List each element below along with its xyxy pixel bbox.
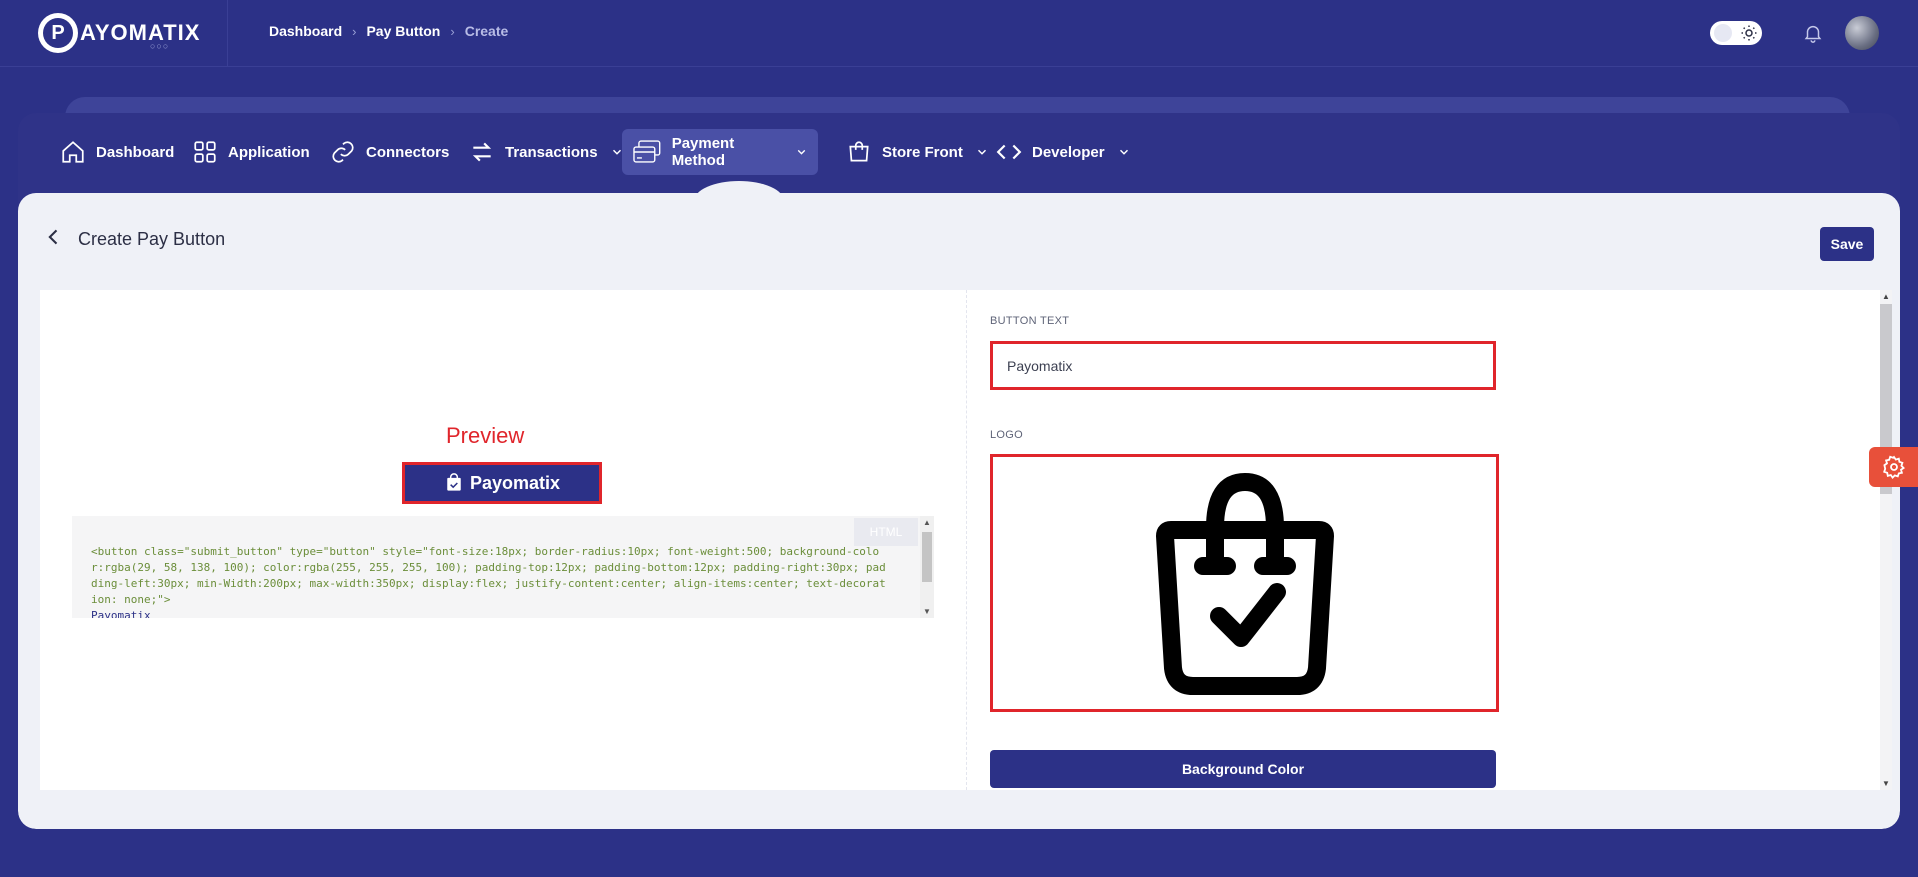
- nav-item-store-front[interactable]: Store Front: [836, 129, 999, 175]
- editor-card: Preview Payomatix HTML <button class="su…: [40, 290, 1880, 790]
- nav-item-dashboard[interactable]: Dashboard: [50, 129, 184, 175]
- scroll-up-icon[interactable]: ▲: [923, 518, 931, 527]
- code-line: <button class="submit_button" type="butt…: [91, 545, 886, 606]
- scroll-thumb[interactable]: [922, 532, 932, 582]
- nav-item-developer[interactable]: Developer: [986, 129, 1141, 175]
- breadcrumb-item-pay-button[interactable]: Pay Button: [366, 23, 440, 39]
- save-button[interactable]: Save: [1820, 227, 1874, 261]
- logo-initial: P: [43, 18, 73, 48]
- sun-icon: [1741, 25, 1757, 41]
- breadcrumb-item-dashboard[interactable]: Dashboard: [269, 23, 342, 39]
- scroll-up-icon[interactable]: ▲: [1882, 292, 1890, 301]
- button-text-label: BUTTON TEXT: [990, 315, 1070, 327]
- logo-text: AYOMATIX: [80, 20, 201, 45]
- preview-pay-button[interactable]: Payomatix: [402, 462, 602, 504]
- logo-dots: ○○○: [150, 41, 170, 51]
- breadcrumb-item-create: Create: [464, 23, 509, 39]
- main-nav: Dashboard Application Connectors Transac…: [18, 113, 1900, 193]
- nav-item-application[interactable]: Application: [182, 129, 320, 175]
- nav-item-label: Connectors: [366, 143, 450, 161]
- bag-check-icon: [445, 473, 463, 493]
- settings-panel: BUTTON TEXT LOGO Background Color: [967, 290, 1880, 790]
- top-bar: P AYOMATIX ○○○ Dashboard › Pay Button › …: [0, 0, 1918, 67]
- scroll-down-icon[interactable]: ▼: [1882, 779, 1890, 788]
- theme-toggle[interactable]: [1710, 21, 1762, 45]
- home-icon: [62, 141, 84, 163]
- nav-item-payment-method[interactable]: Payment Method: [622, 129, 818, 175]
- nav-item-label: Dashboard: [96, 143, 175, 161]
- html-code-box[interactable]: HTML <button class="submit_button" type=…: [72, 516, 934, 618]
- toggle-knob: [1714, 24, 1732, 42]
- logo-upload[interactable]: [990, 454, 1499, 712]
- bag-icon: [849, 141, 869, 162]
- nav-item-label: Application: [228, 143, 310, 161]
- nav-item-connectors[interactable]: Connectors: [320, 129, 459, 175]
- gear-icon: [1882, 455, 1905, 479]
- nav-item-label: Payment Method: [671, 135, 735, 169]
- chevron-down-icon: [1119, 149, 1128, 155]
- chevron-down-icon: [797, 149, 806, 155]
- logo-mark: P: [38, 13, 78, 53]
- breadcrumb-separator-icon: ›: [450, 23, 455, 39]
- brand-logo[interactable]: P AYOMATIX ○○○: [38, 11, 200, 55]
- nav-item-label: Store Front: [882, 143, 963, 161]
- settings-gear-button[interactable]: [1869, 447, 1918, 487]
- page-title: Create Pay Button: [78, 229, 226, 249]
- content-area: Create Pay Button Save Preview Payomatix…: [18, 193, 1900, 829]
- preview-panel: Preview Payomatix HTML <button class="su…: [40, 290, 967, 790]
- nav-item-label: Transactions: [505, 143, 598, 161]
- nav-item-transactions[interactable]: Transactions: [459, 129, 634, 175]
- code-icon: [996, 144, 1022, 160]
- code-line: Payomatix: [91, 609, 151, 618]
- cards-icon: [633, 140, 661, 163]
- shopping-bag-check-icon: [1155, 473, 1334, 695]
- preview-label: Preview: [446, 423, 525, 448]
- nav-item-label: Developer: [1032, 143, 1105, 161]
- code-snippet[interactable]: <button class="submit_button" type="butt…: [91, 544, 891, 618]
- code-scrollbar[interactable]: ▲ ▼: [920, 516, 934, 618]
- link-icon: [332, 141, 354, 163]
- grid-icon: [194, 141, 216, 163]
- topbar-divider: [227, 0, 228, 66]
- form-scrollbar[interactable]: ▲ ▼: [1880, 290, 1892, 790]
- main-panel: Dashboard Application Connectors Transac…: [18, 113, 1900, 829]
- preview-button-text: Payomatix: [469, 472, 561, 493]
- breadcrumb: Dashboard › Pay Button › Create: [269, 23, 508, 39]
- breadcrumb-separator-icon: ›: [352, 23, 357, 39]
- back-arrow-icon[interactable]: [44, 227, 64, 247]
- background-color-button[interactable]: Background Color: [990, 750, 1496, 788]
- avatar[interactable]: [1845, 16, 1879, 50]
- bell-icon[interactable]: [1802, 22, 1824, 44]
- logo-label: LOGO: [990, 429, 1023, 441]
- scroll-down-icon[interactable]: ▼: [923, 607, 931, 616]
- arrows-icon: [472, 142, 492, 162]
- button-text-input[interactable]: [990, 341, 1496, 390]
- code-language-tag: HTML: [854, 518, 918, 546]
